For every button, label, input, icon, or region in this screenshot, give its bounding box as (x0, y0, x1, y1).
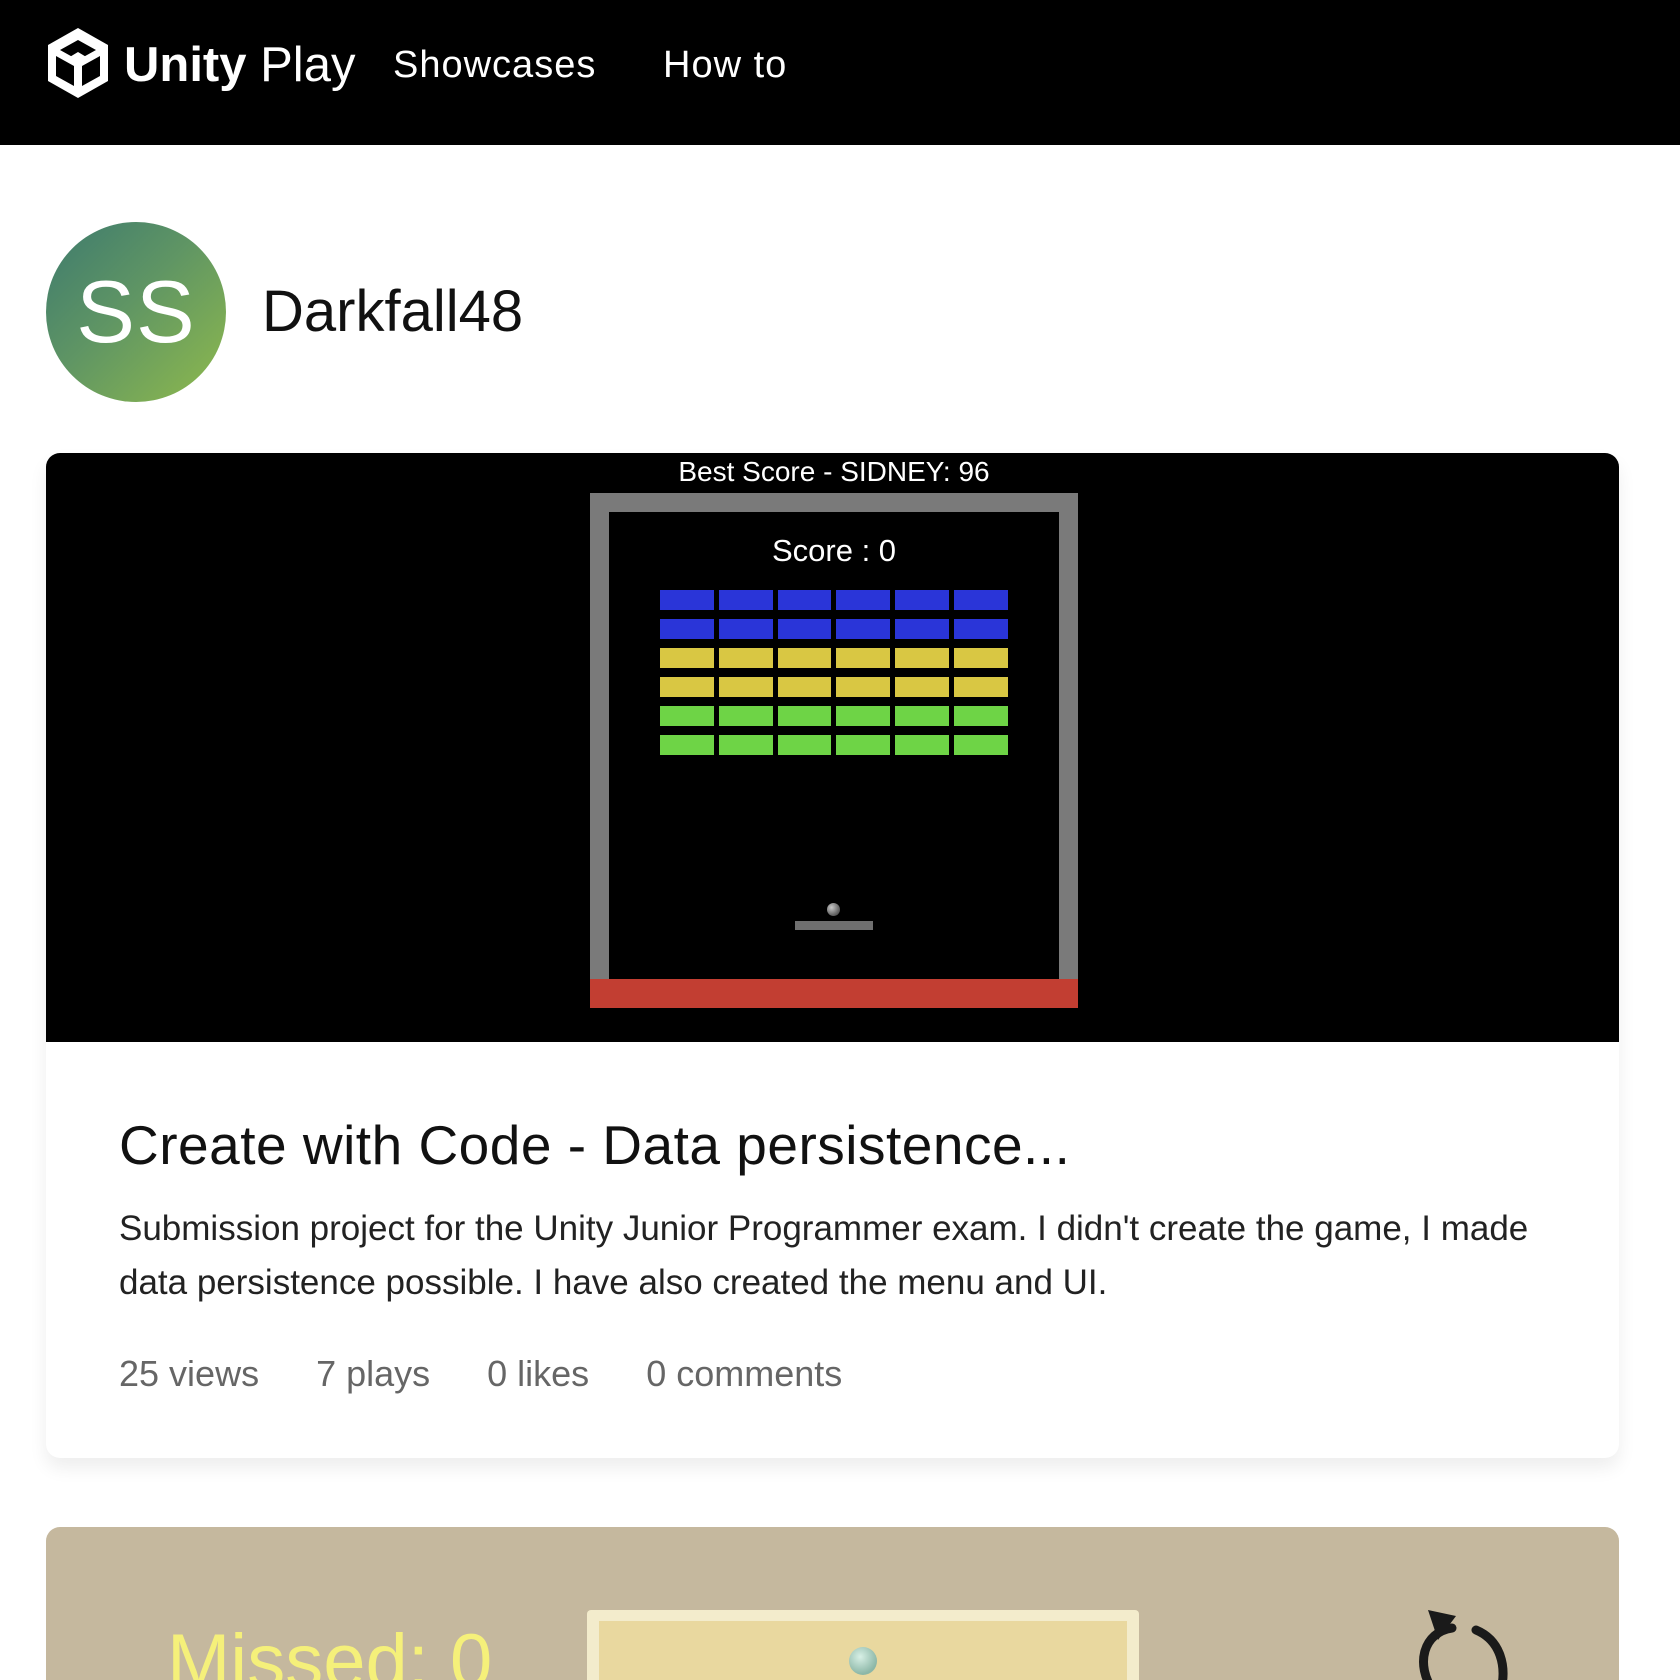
game-paddle (795, 921, 873, 930)
brick (777, 590, 832, 610)
brand-unity-text: Unity (124, 38, 247, 92)
brick-grid (660, 590, 1008, 764)
brick (836, 590, 891, 610)
nav-showcases[interactable]: Showcases (393, 40, 596, 90)
project-stats: 25 views 7 plays 0 likes 0 comments (119, 1350, 899, 1398)
brick (777, 706, 832, 726)
brick (953, 706, 1008, 726)
brick (660, 619, 714, 639)
restart-icon[interactable] (1404, 1604, 1514, 1680)
brick (953, 590, 1008, 610)
brick (660, 590, 714, 610)
username[interactable]: Darkfall48 (262, 278, 523, 346)
brick-row (660, 706, 1008, 726)
views-count: 25 views (119, 1353, 260, 1394)
brick (660, 735, 714, 755)
brick (895, 677, 949, 697)
brick (953, 677, 1008, 697)
brick-row (660, 735, 1008, 755)
brick (777, 677, 832, 697)
brick (895, 735, 949, 755)
game-ball (827, 903, 840, 916)
brick-row (660, 648, 1008, 668)
brick (836, 619, 891, 639)
brick (777, 619, 832, 639)
brick (836, 677, 891, 697)
best-score-text: Best Score - SIDNEY: 96 (678, 456, 990, 487)
likes-count: 0 likes (487, 1353, 590, 1394)
unity-logo-icon[interactable] (44, 26, 112, 100)
brick (836, 648, 891, 668)
brick (895, 648, 949, 668)
brick (895, 590, 949, 610)
brick (953, 619, 1008, 639)
brick (718, 735, 773, 755)
brick (660, 706, 714, 726)
brick-row (660, 677, 1008, 697)
brick (660, 677, 714, 697)
project-title[interactable]: Create with Code - Data persistence... (119, 1112, 1070, 1178)
brick (895, 619, 949, 639)
top-navbar: Unity Play Showcases How to (0, 0, 1680, 145)
brick-row (660, 619, 1008, 639)
plays-count: 7 plays (316, 1353, 431, 1394)
brick (777, 735, 832, 755)
brick (718, 590, 773, 610)
brick-row (660, 590, 1008, 610)
brick (718, 648, 773, 668)
brand-play-text: Play (260, 38, 356, 92)
brick (660, 648, 714, 668)
brick (953, 648, 1008, 668)
comments-count: 0 comments (646, 1353, 843, 1394)
avatar[interactable]: SS (46, 222, 226, 402)
project-description: Submission project for the Unity Junior … (119, 1209, 1529, 1302)
unity-play-brand[interactable]: Unity Play (124, 36, 355, 94)
brick (895, 706, 949, 726)
score-text: Score : 0 (771, 533, 897, 568)
brick (718, 677, 773, 697)
brick (718, 706, 773, 726)
game-bottom-zone (590, 979, 1078, 1008)
missed-counter-text: Missed: 0 (167, 1619, 493, 1680)
brick (836, 706, 891, 726)
brick (953, 735, 1008, 755)
brick (777, 648, 832, 668)
brick (718, 619, 773, 639)
game2-ball (849, 1647, 877, 1675)
nav-how-to[interactable]: How to (663, 40, 787, 90)
brick (836, 735, 891, 755)
